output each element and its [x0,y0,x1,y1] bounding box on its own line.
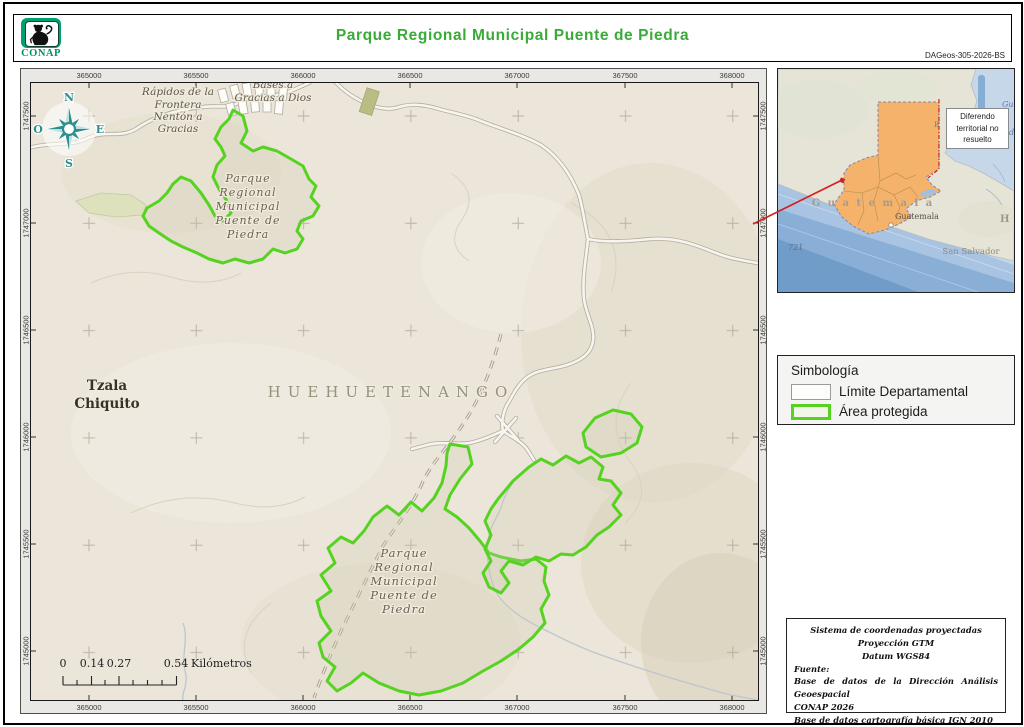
crs-line: Sistema de coordenadas proyectadas [794,624,998,637]
svg-text:Chiquito: Chiquito [74,396,139,412]
svg-text:Rápidos de la: Rápidos de la [141,86,214,98]
svg-text:Nentón a: Nentón a [152,111,202,123]
protected-area-swatch [791,404,831,420]
compass-w: O [33,123,43,136]
map-canvas: Rápidos de la Frontera Nentón a Gracias … [30,82,759,701]
x-tick-label: 366500 [397,703,422,712]
x-tick-label: 367500 [612,703,637,712]
x-tick-label: 367000 [504,71,529,80]
departmental-boundary-swatch [791,384,831,400]
datum-line: Datum WGS84 [794,650,998,663]
x-tick-label: 365000 [76,703,101,712]
credits-box: Sistema de coordenadas proyectadas Proye… [786,618,1006,713]
x-tick-label: 366000 [290,703,315,712]
compass-e: E [96,123,104,136]
svg-text:Parque: Parque [224,172,270,185]
department-label: HUEHUETENANGO [268,383,515,401]
svg-text:Regional: Regional [373,560,433,574]
san-salvador-label: San Salvador [942,247,1000,257]
source-line-2: CONAP 2026 [794,701,998,714]
y-tick-label: 1745000 [759,636,768,665]
scale-label: 0.27 [107,657,132,670]
map-svg: Rápidos de la Frontera Nentón a Gracias … [31,83,758,700]
compass-s: S [65,157,73,170]
svg-text:Regional: Regional [218,186,276,199]
svg-text:Puente de: Puente de [369,588,438,602]
svg-text:Parque: Parque [379,546,427,560]
scale-label: 0.54 [164,657,189,670]
svg-text:Gracias: Gracias [158,123,199,135]
source-heading: Fuente: [794,663,998,676]
y-tick-label: 1746000 [759,422,768,451]
projection-line: Proyección GTM [794,637,998,650]
conap-logo-text: CONAP [19,48,63,59]
x-tick-label: 365000 [76,71,101,80]
svg-text:Piedra: Piedra [381,602,426,616]
source-line-3: Base de datos cartografía básica IGN 201… [794,714,998,727]
document-code: DAGeos-305-2026-BS [925,51,1005,60]
scale-label: 0.14 [80,657,105,670]
x-tick-label: 368000 [719,703,744,712]
svg-text:Municipal: Municipal [369,574,437,588]
x-tick-label: 365500 [183,703,208,712]
territorial-note: Diferendo territorial no resuelto [946,108,1009,149]
svg-text:Frontera: Frontera [153,99,201,111]
capital-label: Guatemala [895,212,939,221]
x-tick-label: 367500 [612,71,637,80]
belize-label: B [934,121,939,129]
note-line: territorial no [947,123,1008,135]
svg-text:Piedra: Piedra [226,228,269,241]
svg-text:Municipal: Municipal [215,200,281,213]
capital-city-dot [889,223,893,227]
source-line-1: Base de datos de la Dirección Análisis G… [794,675,998,701]
legend-item-label: Área protegida [839,404,928,419]
x-tick-label: 368000 [719,71,744,80]
header-bar: CONAP Parque Regional Municipal Puente d… [13,14,1012,62]
x-tick-label: 366000 [290,71,315,80]
compass-n: N [64,91,74,104]
svg-text:Tzala: Tzala [87,378,128,394]
y-tick-label: 1747500 [759,101,768,130]
legend-title: Simbología [791,363,859,378]
location-leader-line [745,168,857,232]
svg-text:Puente de: Puente de [214,214,280,227]
scale-label: 0 [60,657,67,670]
legend-item-label: Límite Departamental [839,384,968,399]
page-title: Parque Regional Municipal Puente de Pied… [14,27,1011,45]
x-tick-label: 365500 [183,71,208,80]
honduras-label: H o [1000,214,1014,225]
svg-text:Gracias a Dios: Gracias a Dios [235,92,313,104]
legend: Simbología Límite Departamental Área pro… [777,355,1015,425]
scale-unit: Kilómetros [191,657,252,670]
x-tick-label: 366500 [397,71,422,80]
x-tick-label: 367000 [504,703,529,712]
map-frame: 365000 365500 366000 366500 367000 36750… [20,68,767,714]
y-tick-label: 1746500 [759,315,768,344]
note-line: resuelto [947,134,1008,146]
depth-number: 721 [788,243,803,252]
note-line: Diferendo [947,111,1008,123]
svg-text:Bases a: Bases a [252,83,294,91]
y-tick-label: 1745500 [759,529,768,558]
